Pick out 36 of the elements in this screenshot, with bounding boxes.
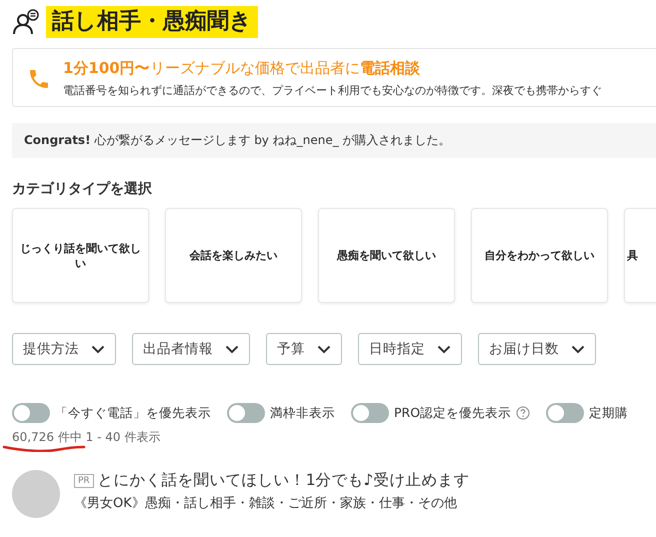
listing-title[interactable]: とにかく話を聞いてほしい！1分でも♪受け止めます xyxy=(98,470,470,491)
toggle-label: 満枠非表示 xyxy=(270,404,335,422)
help-icon[interactable] xyxy=(516,406,530,420)
banner-description: 電話番号を知られずに通話ができるので、プライベート利用でも安心なのが特徴です。深夜でも携帯からすぐ xyxy=(63,83,602,98)
filter-dropdown[interactable]: 出品者情報 xyxy=(132,333,250,365)
toggle-switch[interactable] xyxy=(546,403,584,423)
filter-dropdown[interactable]: 日時指定 xyxy=(358,333,462,365)
category-card[interactable]: 具 xyxy=(624,208,656,303)
category-card[interactable]: じっくり話を聞いて欲しい xyxy=(12,208,149,303)
category-card[interactable]: 愚痴を聞いて欲しい xyxy=(318,208,455,303)
filter-dropdown[interactable]: 提供方法 xyxy=(12,333,116,365)
phone-icon xyxy=(27,67,51,91)
toggle-switch[interactable] xyxy=(351,403,389,423)
page-title: 話し相手・愚痴聞き xyxy=(46,6,258,38)
category-card[interactable]: 自分をわかって欲しい xyxy=(471,208,608,303)
filter-dropdown[interactable]: お届け日数 xyxy=(478,333,596,365)
result-count: 60,726 件中 1 - 40 件表示 xyxy=(12,429,162,446)
listing-subtitle: 《男女OK》愚痴・話し相手・雑談・ご近所・家族・仕事・その他 xyxy=(74,495,458,512)
chevron-down-icon xyxy=(571,344,585,354)
category-heading: カテゴリタイプを選択 xyxy=(12,180,153,198)
chevron-down-icon xyxy=(437,344,451,354)
toggle-switch[interactable] xyxy=(227,403,265,423)
avatar-placeholder xyxy=(12,470,60,518)
category-card[interactable]: 会話を楽しみたい xyxy=(165,208,302,303)
toggle-switch[interactable] xyxy=(12,403,50,423)
pr-badge: PR xyxy=(74,474,94,488)
toggle-label: PRO認定を優先表示 xyxy=(394,404,512,422)
toggle-label: 「今すぐ電話」を優先表示 xyxy=(55,404,211,422)
purchase-notice-text: Congrats! 心が繋がるメッセージします by ねね_nene_ が購入されました。 xyxy=(24,133,451,147)
filter-dropdown[interactable]: 予算 xyxy=(266,333,342,365)
chevron-down-icon xyxy=(91,344,105,354)
chevron-down-icon xyxy=(225,344,239,354)
toggle-label: 定期購 xyxy=(589,404,628,422)
banner-headline: 1分100円〜リーズナブルな価格で出品者に電話相談 xyxy=(63,58,421,79)
user-chat-icon xyxy=(12,9,40,35)
chevron-down-icon xyxy=(317,344,331,354)
